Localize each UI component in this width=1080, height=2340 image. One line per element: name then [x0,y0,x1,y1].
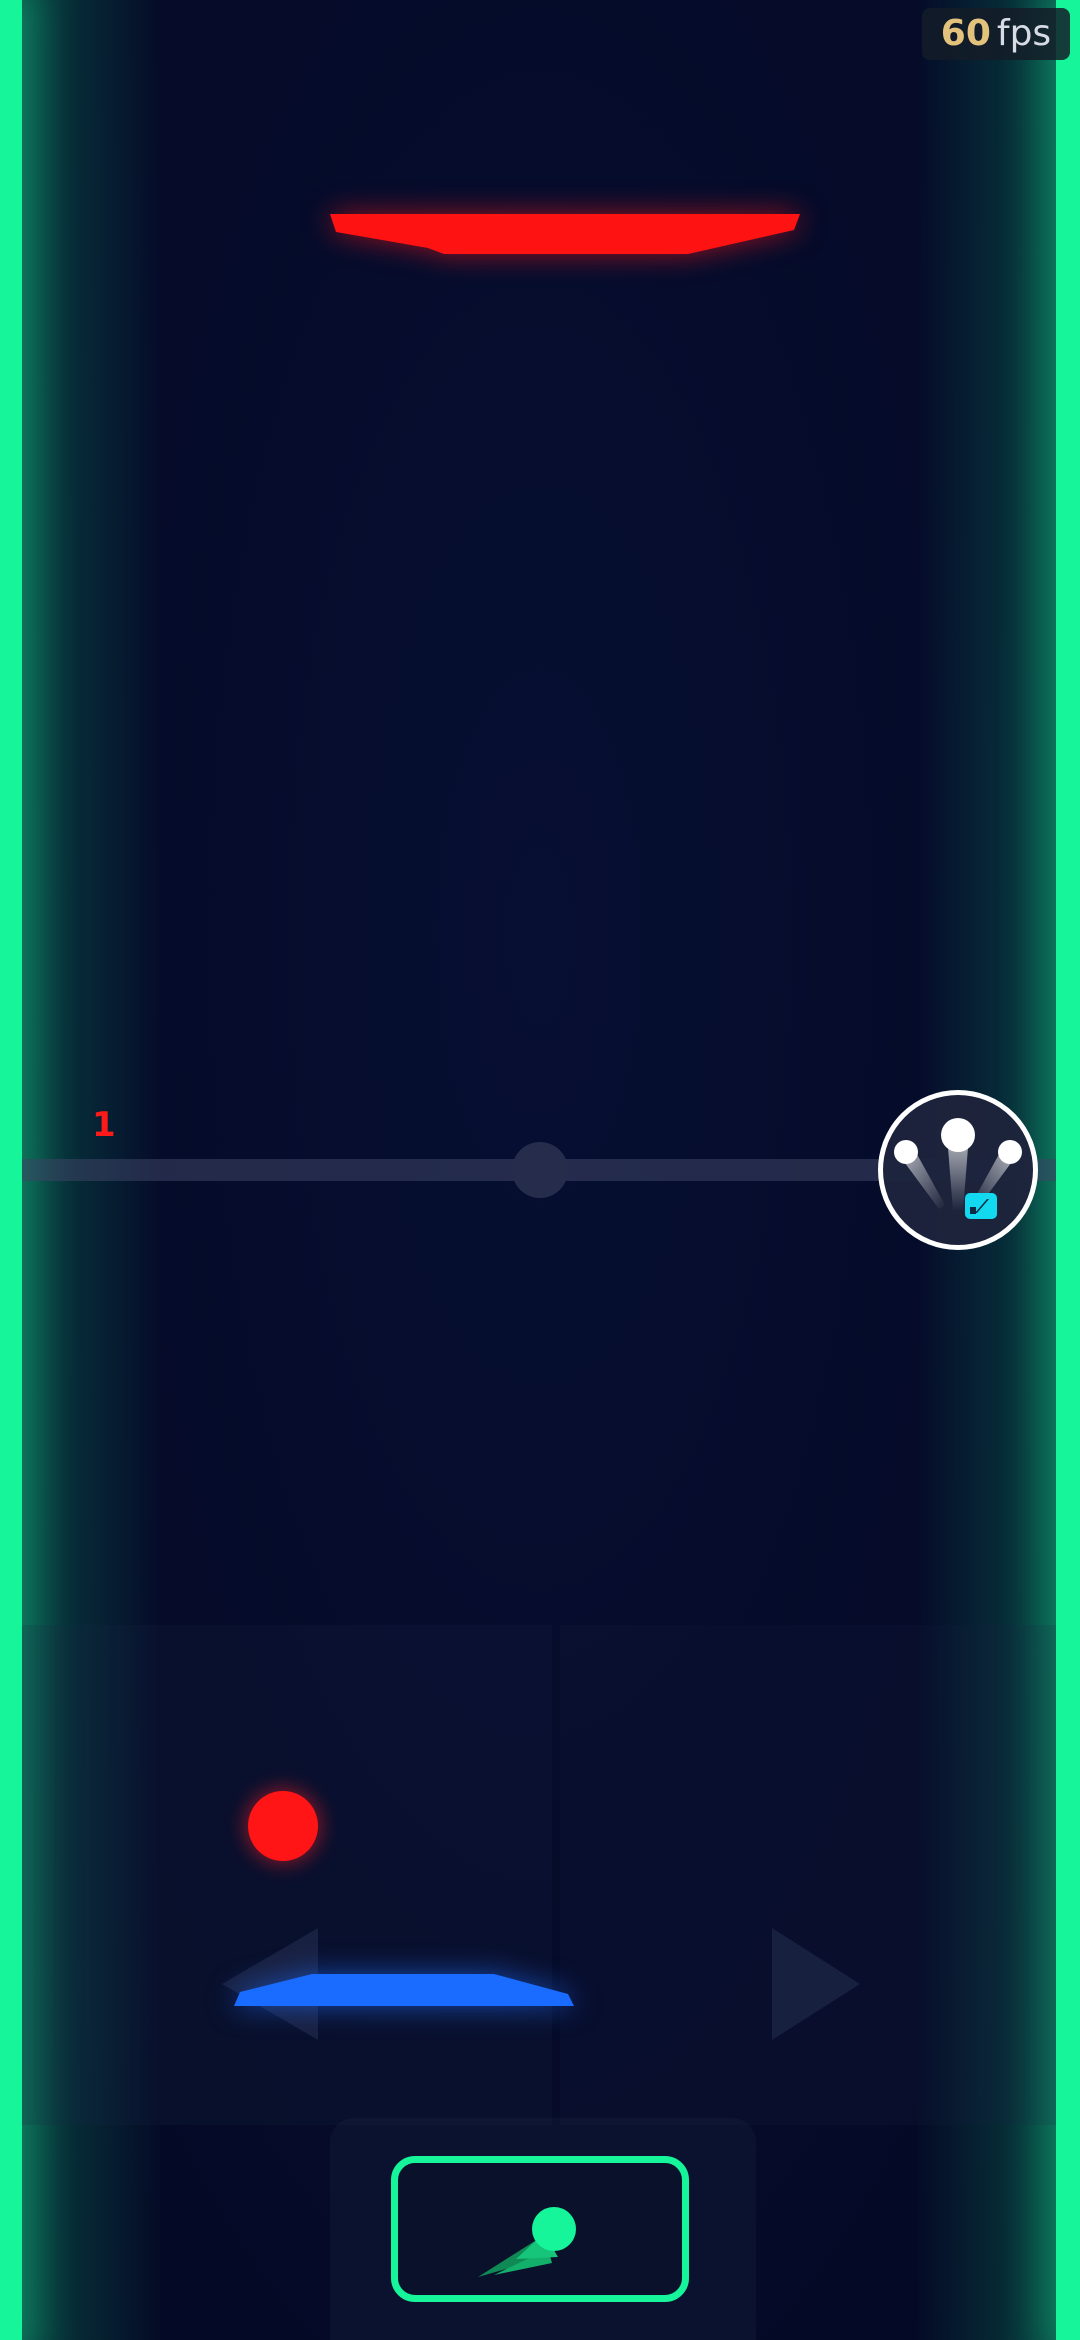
player-paddle [234,1974,574,2006]
opponent-score: 1 [92,1105,116,1145]
move-left-zone[interactable] [22,1625,552,2125]
shoot-button[interactable] [391,2156,689,2302]
multi-ball-icon [894,1118,1022,1219]
right-wall [1056,0,1080,2340]
game-stage: 60 fps 1 [0,0,1080,2340]
center-marker [512,1142,568,1198]
move-right-zone[interactable] [560,1625,1056,2125]
fps-unit: fps [996,13,1052,54]
fps-value: 60 [940,13,991,54]
powerup-button[interactable] [878,1090,1038,1250]
left-wall [0,0,22,2340]
comet-ball-icon [478,2207,576,2277]
fps-counter: 60 fps [922,8,1070,60]
ball [248,1791,318,1861]
opponent-paddle [330,214,800,254]
triangle-right-icon [772,1928,860,2040]
